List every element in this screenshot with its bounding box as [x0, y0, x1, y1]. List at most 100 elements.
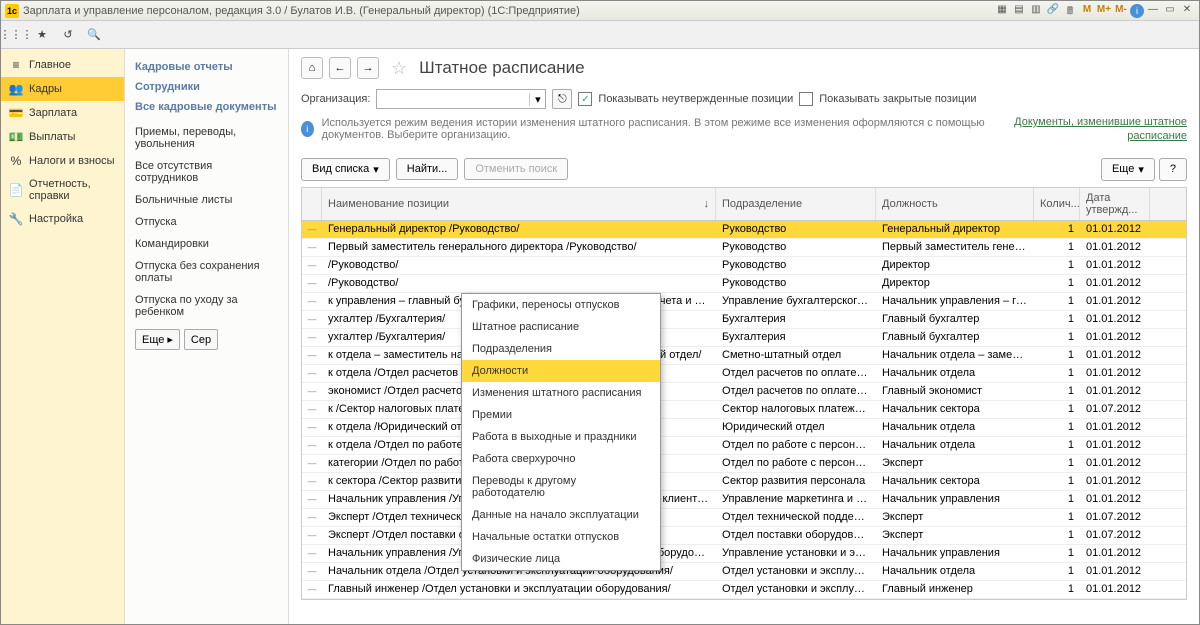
service-button[interactable]: Сер — [184, 329, 218, 350]
table-row[interactable]: —Первый заместитель генерального директо… — [302, 239, 1186, 257]
chevron-down-icon[interactable]: ▾ — [529, 93, 545, 106]
table-row[interactable]: —к сектора /Сектор развития персонала/Се… — [302, 473, 1186, 491]
col-qty[interactable]: Колич... — [1034, 188, 1080, 220]
table-row[interactable]: —Главный инженер /Отдел установки и эксп… — [302, 581, 1186, 599]
nav-item[interactable]: 👥Кадры — [1, 77, 124, 101]
apps-icon[interactable]: ⋮⋮⋮ — [7, 26, 25, 44]
nav-item[interactable]: 📄Отчетность, справки — [1, 173, 124, 207]
table-row[interactable]: —к /Сектор налоговых платежей и расчетов… — [302, 401, 1186, 419]
row-icon: — — [302, 294, 322, 308]
subnav-link[interactable]: Командировки — [135, 233, 278, 255]
more-actions-button[interactable]: Еще▾ — [1101, 158, 1155, 181]
documents-link[interactable]: Документы, изменившие штатное расписание — [1002, 115, 1187, 144]
row-icon: — — [302, 384, 322, 398]
menu-item[interactable]: Изменения штатного расписания — [462, 382, 660, 404]
table-row[interactable]: —к управления – главный бухгалтер /Управ… — [302, 293, 1186, 311]
table-row[interactable]: —к отдела /Юридический отдел/Юридический… — [302, 419, 1186, 437]
tb-m-icon[interactable]: M — [1079, 4, 1095, 18]
menu-item[interactable]: Должности — [462, 360, 660, 382]
cell-dep: Бухгалтерия — [716, 311, 876, 327]
table-row[interactable]: —Эксперт /Отдел поставки оборудования/От… — [302, 527, 1186, 545]
history-icon[interactable]: ↺ — [59, 26, 77, 44]
cell-qty: 1 — [1034, 527, 1080, 543]
back-icon[interactable]: ← — [329, 57, 351, 79]
table-row[interactable]: —к отдела /Отдел расчетов по оплате труд… — [302, 365, 1186, 383]
subhead[interactable]: Все кадровые документы — [135, 101, 278, 113]
cell-qty: 1 — [1034, 347, 1080, 363]
menu-item[interactable]: Подразделения — [462, 338, 660, 360]
subnav-link[interactable]: Отпуска по уходу за ребенком — [135, 289, 278, 323]
table-row[interactable]: —Эксперт /Отдел технической поддержки и … — [302, 509, 1186, 527]
subnav-link[interactable]: Приемы, переводы, увольнения — [135, 121, 278, 155]
table-row[interactable]: —Генеральный директор /Руководство/Руков… — [302, 221, 1186, 239]
col-name[interactable]: Наименование позиции↓ — [322, 188, 716, 220]
link-icon[interactable]: ⎋ — [552, 89, 572, 109]
cell-dep: Бухгалтерия — [716, 329, 876, 345]
subnav-link[interactable]: Все отсутствия сотрудников — [135, 155, 278, 189]
cell-date: 01.01.2012 — [1080, 311, 1150, 327]
tb-calc-icon[interactable]: 🖩 — [1062, 4, 1078, 18]
col-date[interactable]: Дата утвержд... — [1080, 188, 1150, 220]
table-row[interactable]: —экономист /Отдел расчетов по оплате тру… — [302, 383, 1186, 401]
table-row[interactable]: —/Руководство/РуководствоДиректор101.01.… — [302, 275, 1186, 293]
table-row[interactable]: —Начальник отдела /Отдел установки и экс… — [302, 563, 1186, 581]
menu-item[interactable]: Работа сверхурочно — [462, 448, 660, 470]
menu-item[interactable]: Работа в выходные и праздники — [462, 426, 660, 448]
nav-item[interactable]: 💳Зарплата — [1, 101, 124, 125]
info-icon[interactable]: i — [1130, 4, 1144, 18]
nav-item[interactable]: 🔧Настройка — [1, 207, 124, 231]
cell-qty: 1 — [1034, 383, 1080, 399]
tb-link-icon[interactable]: 🔗 — [1045, 4, 1061, 18]
tb-sheet-icon[interactable]: ▥ — [1028, 4, 1044, 18]
table-row[interactable]: —к отдела /Отдел по работе с персоналом/… — [302, 437, 1186, 455]
find-button[interactable]: Найти... — [396, 158, 459, 180]
menu-item[interactable]: Данные на начало эксплуатации — [462, 504, 660, 526]
tb-grid-icon[interactable]: ▦ — [994, 4, 1010, 18]
cell-date: 01.07.2012 — [1080, 527, 1150, 543]
tb-mplus-icon[interactable]: M+ — [1096, 4, 1112, 18]
nav-item[interactable]: %Налоги и взносы — [1, 149, 124, 173]
menu-item[interactable]: Начальные остатки отпусков — [462, 526, 660, 548]
star-icon[interactable]: ★ — [33, 26, 51, 44]
menu-item[interactable]: Штатное расписание — [462, 316, 660, 338]
subnav-link[interactable]: Больничные листы — [135, 189, 278, 211]
menu-item[interactable]: Премии — [462, 404, 660, 426]
menu-item[interactable]: Графики, переносы отпусков — [462, 294, 660, 316]
maximize-icon[interactable]: ▭ — [1162, 4, 1178, 18]
col-dep[interactable]: Подразделение — [716, 188, 876, 220]
menu-item[interactable]: Физические лица — [462, 548, 660, 570]
subhead[interactable]: Сотрудники — [135, 81, 278, 93]
minimize-icon[interactable]: — — [1145, 4, 1161, 18]
nav-item[interactable]: 💵Выплаты — [1, 125, 124, 149]
subnav-link[interactable]: Отпуска без сохранения оплаты — [135, 255, 278, 289]
close-icon[interactable]: ✕ — [1179, 4, 1195, 18]
table-row[interactable]: —ухгалтер /Бухгалтерия/БухгалтерияГлавны… — [302, 329, 1186, 347]
cell-qty: 1 — [1034, 275, 1080, 291]
org-combo[interactable]: ▾ — [376, 89, 546, 109]
checkbox-closed[interactable] — [799, 92, 813, 106]
table-row[interactable]: —категории /Отдел по работе с персоналом… — [302, 455, 1186, 473]
col-icon[interactable] — [302, 188, 322, 220]
tb-page-icon[interactable]: ▤ — [1011, 4, 1027, 18]
table-row[interactable]: —/Руководство/РуководствоДиректор101.01.… — [302, 257, 1186, 275]
table-row[interactable]: —ухгалтер /Бухгалтерия/БухгалтерияГлавны… — [302, 311, 1186, 329]
help-button[interactable]: ? — [1159, 158, 1187, 181]
checkbox-unverified[interactable]: ✓ — [578, 92, 592, 106]
table-row[interactable]: —к отдела – заместитель начальника управ… — [302, 347, 1186, 365]
menu-item[interactable]: Переводы к другому работодателю — [462, 470, 660, 504]
grid-body[interactable]: —Генеральный директор /Руководство/Руков… — [302, 221, 1186, 599]
tb-mminus-icon[interactable]: M- — [1113, 4, 1129, 18]
subnav-link[interactable]: Отпуска — [135, 211, 278, 233]
forward-icon[interactable]: → — [357, 57, 379, 79]
table-row[interactable]: —Начальник управления /Управление устано… — [302, 545, 1186, 563]
nav-item[interactable]: ≡Главное — [1, 53, 124, 77]
table-row[interactable]: —Начальник управления /Управление маркет… — [302, 491, 1186, 509]
home-icon[interactable]: ⌂ — [301, 57, 323, 79]
view-button[interactable]: Вид списка▾ — [301, 158, 390, 181]
more-button[interactable]: Еще▸ — [135, 329, 180, 350]
col-pos[interactable]: Должность — [876, 188, 1034, 220]
subhead[interactable]: Кадровые отчеты — [135, 61, 278, 73]
cell-dep: Сметно-штатный отдел — [716, 347, 876, 363]
search-icon[interactable]: 🔍 — [85, 26, 103, 44]
favorite-icon[interactable]: ☆ — [391, 58, 407, 79]
